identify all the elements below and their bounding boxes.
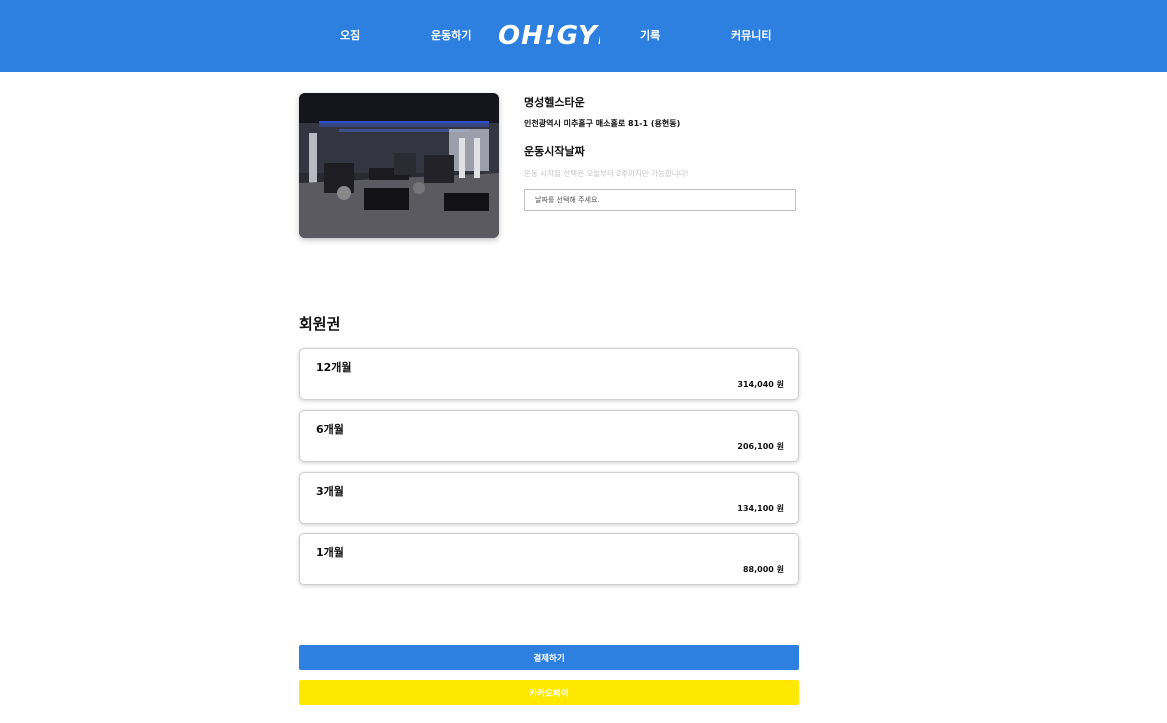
top-nav-bar: 오짐 운동하기 OH!GYM 기록 커뮤니티	[0, 0, 1167, 72]
membership-title: 회원권	[299, 315, 341, 333]
gym-name: 명성헬스타운	[524, 96, 585, 109]
plan-card-3-months[interactable]: 3개월 134,100 원	[299, 472, 799, 524]
nav-link-ojim[interactable]: 오짐	[340, 27, 360, 43]
plan-card-6-months[interactable]: 6개월 206,100 원	[299, 410, 799, 462]
plan-name: 1개월	[316, 546, 344, 559]
start-date-input[interactable]	[524, 189, 796, 211]
plan-price: 314,040 원	[737, 380, 784, 389]
plan-price: 88,000 원	[742, 565, 784, 574]
logo-wordmark-icon: OH!GYM	[498, 21, 624, 51]
nav-link-records[interactable]: 기록	[640, 27, 660, 43]
brand-logo[interactable]: OH!GYM	[498, 21, 624, 53]
start-date-title: 운동시작날짜	[524, 145, 585, 158]
plan-price: 206,100 원	[737, 442, 784, 451]
nav-link-community[interactable]: 커뮤니티	[731, 27, 771, 43]
plan-price: 134,100 원	[737, 504, 784, 513]
plan-name: 12개월	[316, 361, 352, 374]
gym-address: 인천광역시 미추홀구 매소홀로 81-1 (용현동)	[524, 119, 681, 128]
gym-photo	[299, 93, 499, 238]
pay-button[interactable]: 결제하기	[299, 645, 799, 670]
nav-link-workout[interactable]: 운동하기	[431, 27, 471, 43]
plan-name: 6개월	[316, 423, 344, 436]
plan-card-1-month[interactable]: 1개월 88,000 원	[299, 533, 799, 585]
plan-name: 3개월	[316, 485, 344, 498]
plan-card-12-months[interactable]: 12개월 314,040 원	[299, 348, 799, 400]
svg-text:OH!GYM: OH!GYM	[498, 22, 600, 48]
kakao-pay-button[interactable]: 카카오페이	[299, 680, 799, 705]
start-date-hint: 운동 시작일 선택은 오늘부터 2주까지만 가능합니다!	[524, 169, 689, 178]
